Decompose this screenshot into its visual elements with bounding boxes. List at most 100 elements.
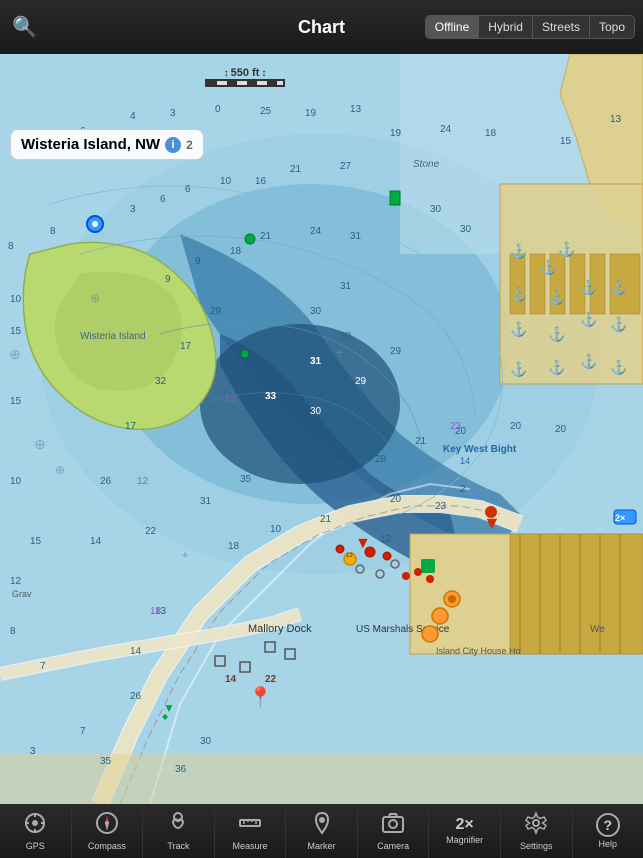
svg-text:⚓: ⚓ bbox=[580, 353, 597, 370]
map-type-topo[interactable]: Topo bbox=[590, 16, 634, 38]
svg-text:18: 18 bbox=[228, 541, 240, 552]
svg-text:31: 31 bbox=[340, 281, 352, 292]
svg-text:24: 24 bbox=[440, 124, 452, 135]
magnifier-icon: 2× bbox=[456, 817, 474, 833]
svg-text:8: 8 bbox=[8, 241, 14, 252]
svg-text:11: 11 bbox=[330, 441, 341, 452]
svg-text:20: 20 bbox=[390, 494, 402, 505]
svg-text:4: 4 bbox=[130, 111, 136, 122]
svg-text:23: 23 bbox=[435, 501, 447, 512]
help-icon: ? bbox=[596, 813, 620, 837]
svg-text:24: 24 bbox=[310, 226, 322, 237]
toolbar-help[interactable]: ? Help bbox=[573, 804, 643, 858]
svg-text:36: 36 bbox=[175, 764, 187, 775]
svg-text:10: 10 bbox=[10, 476, 22, 487]
header-title: Chart bbox=[298, 17, 345, 38]
svg-text:30: 30 bbox=[340, 331, 352, 342]
svg-text:29: 29 bbox=[210, 306, 222, 317]
svg-text:⚓: ⚓ bbox=[510, 286, 527, 303]
svg-text:⚓: ⚓ bbox=[558, 241, 575, 258]
svg-text:3: 3 bbox=[170, 108, 176, 119]
compass-icon bbox=[95, 811, 119, 839]
svg-text:6: 6 bbox=[160, 194, 166, 205]
toolbar-measure[interactable]: Measure bbox=[215, 804, 287, 858]
svg-text:21: 21 bbox=[415, 436, 427, 447]
map-container[interactable]: + + ⊕ ⊕ ⊕ ⊕ 8 6 4 3 0 25 19 13 13 15 18 … bbox=[0, 54, 643, 804]
svg-text:8: 8 bbox=[10, 626, 16, 637]
svg-text:▼: ▼ bbox=[355, 535, 371, 552]
svg-text:18: 18 bbox=[485, 128, 497, 139]
svg-text:7: 7 bbox=[40, 661, 46, 672]
svg-text:21: 21 bbox=[290, 164, 302, 175]
magnifier-label: Magnifier bbox=[446, 835, 483, 845]
svg-text:3: 3 bbox=[130, 204, 136, 215]
svg-text:19: 19 bbox=[305, 108, 317, 119]
svg-text:⚓: ⚓ bbox=[548, 359, 565, 376]
svg-text:15: 15 bbox=[10, 396, 22, 407]
map-type-offline[interactable]: Offline bbox=[426, 16, 479, 38]
toolbar-marker[interactable]: Marker bbox=[286, 804, 358, 858]
svg-text:15: 15 bbox=[10, 326, 22, 337]
measure-label: Measure bbox=[232, 841, 267, 851]
svg-text:Island City House Ho: Island City House Ho bbox=[436, 646, 521, 656]
svg-text:7: 7 bbox=[80, 726, 86, 737]
measure-icon bbox=[238, 811, 262, 839]
svg-text:35: 35 bbox=[100, 756, 112, 767]
svg-text:We: We bbox=[590, 624, 605, 635]
svg-text:⚓: ⚓ bbox=[580, 311, 597, 328]
svg-text:8: 8 bbox=[50, 226, 56, 237]
location-name: Wisteria Island, NW bbox=[21, 136, 160, 153]
svg-text:⚓: ⚓ bbox=[610, 316, 627, 333]
settings-label: Settings bbox=[520, 841, 553, 851]
svg-text:⚓: ⚓ bbox=[580, 279, 597, 296]
map-type-streets[interactable]: Streets bbox=[533, 16, 590, 38]
toolbar-camera[interactable]: Camera bbox=[358, 804, 430, 858]
svg-text:6: 6 bbox=[185, 184, 191, 195]
search-icon[interactable]: 🔍 bbox=[12, 15, 37, 40]
svg-text:22: 22 bbox=[145, 526, 157, 537]
svg-text:31: 31 bbox=[350, 231, 362, 242]
svg-text:14: 14 bbox=[130, 646, 142, 657]
toolbar-compass[interactable]: Compass bbox=[72, 804, 144, 858]
svg-text:12: 12 bbox=[380, 534, 392, 545]
track-icon bbox=[166, 811, 190, 839]
svg-text:Mallory Dock: Mallory Dock bbox=[248, 623, 312, 635]
svg-text:10: 10 bbox=[220, 176, 232, 187]
toolbar-gps[interactable]: GPS bbox=[0, 804, 72, 858]
svg-text:⚓: ⚓ bbox=[540, 259, 557, 276]
svg-text:16: 16 bbox=[255, 176, 267, 187]
camera-label: Camera bbox=[377, 841, 409, 851]
svg-text:⚓: ⚓ bbox=[610, 359, 627, 376]
compass-label: Compass bbox=[88, 841, 126, 851]
map-type-hybrid[interactable]: Hybrid bbox=[479, 16, 533, 38]
svg-text:23: 23 bbox=[450, 421, 462, 432]
svg-text:26: 26 bbox=[100, 476, 112, 487]
svg-text:29: 29 bbox=[390, 346, 402, 357]
svg-text:20: 20 bbox=[510, 421, 522, 432]
location-number: 2 bbox=[186, 138, 193, 152]
svg-text:30: 30 bbox=[280, 341, 292, 352]
svg-text:⚓: ⚓ bbox=[548, 289, 565, 306]
header: 🔍 Chart Offline Hybrid Streets Topo bbox=[0, 0, 643, 54]
svg-text:15: 15 bbox=[560, 136, 572, 147]
svg-text:⚓: ⚓ bbox=[610, 279, 627, 296]
svg-text:◆: ◆ bbox=[162, 712, 169, 721]
svg-text:29: 29 bbox=[355, 376, 367, 387]
settings-icon bbox=[524, 811, 548, 839]
toolbar-magnifier[interactable]: 2× Magnifier bbox=[429, 804, 501, 858]
location-label: Wisteria Island, NW i 2 bbox=[10, 129, 204, 160]
svg-text:18: 18 bbox=[150, 606, 162, 617]
svg-text:+: + bbox=[181, 548, 188, 562]
svg-text:14: 14 bbox=[225, 674, 237, 685]
svg-text:2: 2 bbox=[460, 484, 466, 495]
toolbar-settings[interactable]: Settings bbox=[501, 804, 573, 858]
info-icon[interactable]: i bbox=[165, 137, 181, 153]
svg-text:13: 13 bbox=[610, 114, 622, 125]
scale-bar: ↕ 550 ft ↕ bbox=[205, 67, 285, 87]
svg-text:9: 9 bbox=[195, 256, 201, 267]
svg-text:+: + bbox=[336, 344, 344, 360]
svg-text:30: 30 bbox=[200, 736, 212, 747]
toolbar-track[interactable]: Track bbox=[143, 804, 215, 858]
svg-text:21: 21 bbox=[320, 514, 332, 525]
svg-text:2×: 2× bbox=[615, 513, 625, 523]
